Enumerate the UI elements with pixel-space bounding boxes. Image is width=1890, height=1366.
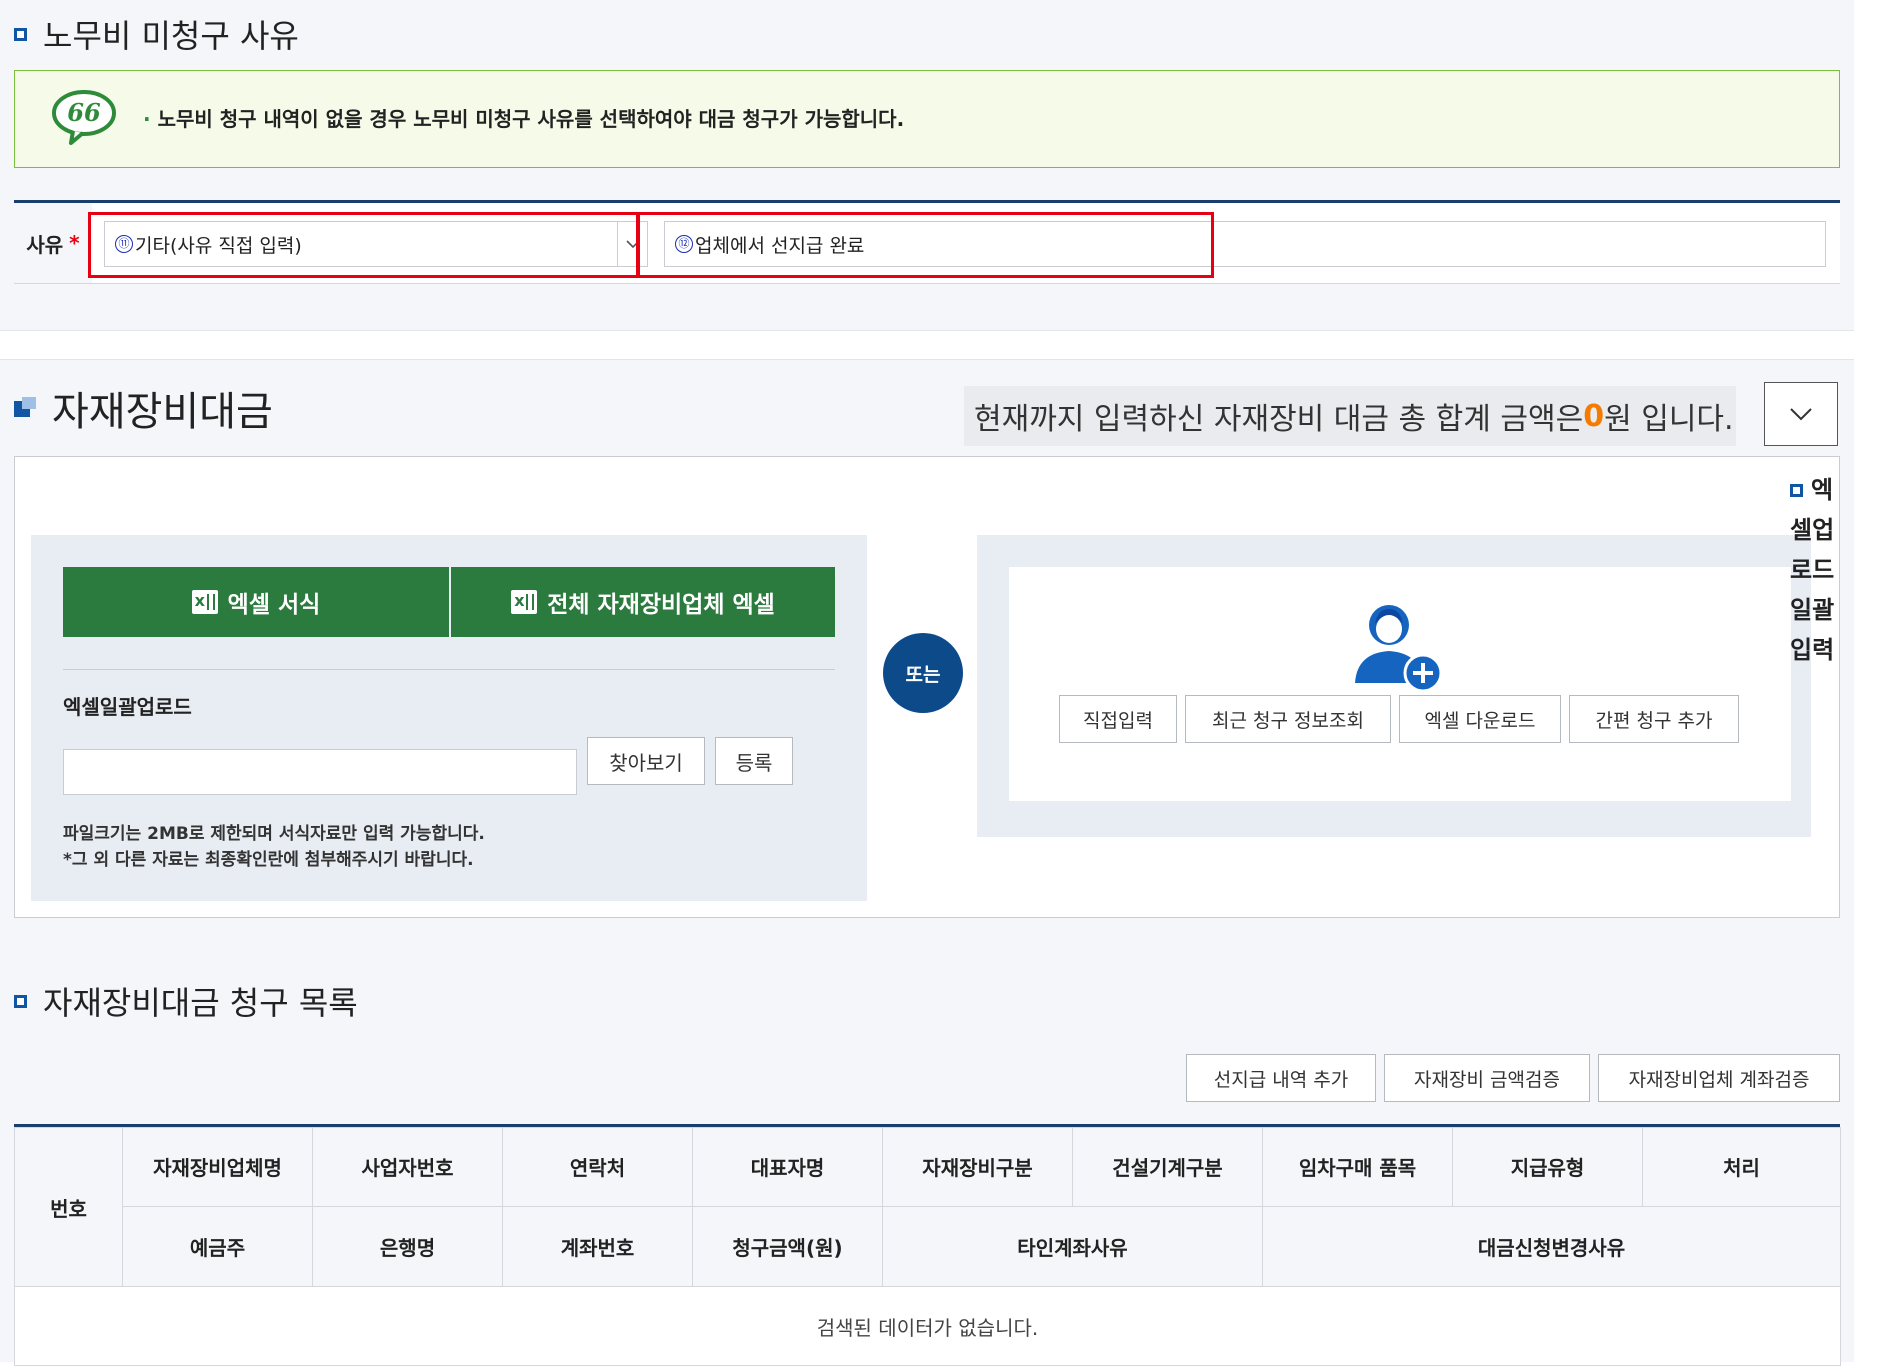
side-note-line-1: 엑: [1790, 470, 1850, 510]
material-total-suffix: 원 입니다.: [1604, 402, 1734, 437]
excel-upload-box: 엑셀 서식 전체 자재장비업체 엑셀 엑셀일괄업로드 찾아보기 등록 파일크기는…: [31, 535, 867, 901]
upload-note-attach: *그 외 다른 자료는 최종확인란에 첨부해주시기 바랍니다.: [63, 850, 474, 870]
section-square-icon: [14, 994, 27, 1008]
reason-label: 사유: [26, 232, 64, 257]
header-representative: 대표자명: [692, 1127, 883, 1207]
excel-download-button[interactable]: 엑셀 다운로드: [1399, 695, 1561, 743]
or-label: 또는: [905, 663, 941, 686]
side-note-char-4: 로: [1790, 556, 1813, 584]
side-note-char-5: 드: [1812, 556, 1835, 584]
all-vendor-excel-button[interactable]: 전체 자재장비업체 엑셀: [451, 567, 835, 637]
chevron-down-icon: [1790, 408, 1812, 421]
labor-section-title-text: 노무비 미청구 사유: [43, 17, 299, 55]
claims-section-title: 자재장비대금 청구 목록: [14, 976, 358, 1026]
material-collapse-toggle[interactable]: [1764, 382, 1838, 446]
header-process: 처리: [1642, 1127, 1841, 1207]
or-circle: 또는: [883, 633, 963, 713]
bullet-dot: ·: [143, 107, 151, 131]
svg-text:66: 66: [67, 98, 101, 127]
side-note-line-4: 일괄입력: [1790, 590, 1850, 670]
header-material-type: 자재장비구분: [882, 1127, 1073, 1207]
header-claim-amount: 청구금액(원): [692, 1205, 883, 1288]
add-user-icon: [1355, 605, 1443, 693]
section-square-icon: [14, 27, 27, 41]
header-change-reason: 대금신청변경사유: [1262, 1205, 1841, 1288]
claims-table-wrapper: 번호 자재장비업체명 사업자번호 연락처 대표자명 자재장비구분 건설기계구분 …: [14, 1124, 1841, 1366]
material-section-title-text: 자재장비대금: [52, 389, 273, 435]
material-total-value: 0: [1583, 398, 1605, 434]
header-other-account-reason: 타인계좌사유: [882, 1205, 1263, 1288]
labor-notice-message: 노무비 청구 내역이 없을 경우 노무비 미청구 사유를 선택하여야 대금 청구…: [157, 107, 905, 131]
side-note-char-9: 력: [1812, 636, 1835, 664]
material-input-panel: 엑셀 서식 전체 자재장비업체 엑셀 엑셀일괄업로드 찾아보기 등록 파일크기는…: [14, 456, 1840, 918]
side-note-char-8: 입: [1790, 636, 1813, 664]
section-gap-band: [0, 330, 1854, 360]
header-bank-name: 은행명: [312, 1205, 503, 1288]
excel-form-button[interactable]: 엑셀 서식: [63, 567, 449, 637]
side-note: 엑 셀업 로드 일괄입력: [1790, 470, 1850, 664]
side-note-char-3: 업: [1812, 516, 1835, 544]
claims-table: 번호 자재장비업체명 사업자번호 연락처 대표자명 자재장비구분 건설기계구분 …: [14, 1126, 1841, 1366]
excel-upload-label: 엑셀일괄업로드: [63, 695, 192, 719]
section-square-icon: [1790, 483, 1803, 497]
excel-file-icon: [511, 590, 538, 614]
highlight-box-reason-text: [636, 212, 1214, 278]
header-business-number: 사업자번호: [312, 1127, 503, 1207]
material-total-banner: 현재까지 입력하신 자재장비 대금 총 합계 금액은 0 원 입니다.: [964, 386, 1736, 446]
upload-note-size: 파일크기는 2MB로 제한되며 서식자료만 입력 가능합니다.: [63, 824, 485, 844]
header-no: 번호: [14, 1126, 123, 1288]
labor-notice-box: 66 · 노무비 청구 내역이 없을 경우 노무비 미청구 사유를 선택하여야 …: [14, 70, 1840, 168]
upload-file-input[interactable]: [63, 749, 577, 795]
direct-input-box: 직접입력 최근 청구 정보조회 엑셀 다운로드 간편 청구 추가: [977, 535, 1811, 837]
material-title-icon: [14, 397, 36, 419]
quote-bubble-icon: 66: [52, 90, 116, 145]
side-note-char-2: 셀: [1790, 516, 1813, 544]
highlight-box-reason-select: [88, 212, 640, 278]
header-account-number: 계좌번호: [502, 1205, 693, 1288]
register-button[interactable]: 등록: [715, 737, 793, 785]
required-mark: *: [69, 231, 80, 255]
excel-form-button-label: 엑셀 서식: [227, 592, 321, 618]
browse-button[interactable]: 찾아보기: [587, 737, 705, 785]
table-empty-row: 검색된 데이터가 없습니다.: [14, 1286, 1841, 1366]
table-header-row-2: 예금주 은행명 계좌번호 청구금액(원) 타인계좌사유 대금신청변경사유: [15, 1205, 1841, 1288]
labor-notice-text: · 노무비 청구 내역이 없을 경우 노무비 미청구 사유를 선택하여야 대금 …: [143, 103, 904, 132]
side-note-char-1: 엑: [1811, 476, 1834, 504]
side-note-char-6: 일: [1790, 596, 1813, 624]
direct-input-button[interactable]: 직접입력: [1059, 695, 1177, 743]
side-note-line-2: 셀업: [1790, 510, 1850, 550]
account-verify-button[interactable]: 자재장비업체 계좌검증: [1598, 1054, 1840, 1102]
header-contact: 연락처: [502, 1127, 693, 1207]
header-payment-type: 지급유형: [1452, 1127, 1643, 1207]
reason-label-cell: 사유 *: [14, 203, 92, 283]
claims-section-title-text: 자재장비대금 청구 목록: [43, 984, 358, 1022]
labor-section-title: 노무비 미청구 사유: [14, 12, 299, 56]
upload-divider: [63, 669, 835, 670]
prepay-add-button[interactable]: 선지급 내역 추가: [1186, 1054, 1376, 1102]
material-total-prefix: 현재까지 입력하신 자재장비 대금 총 합계 금액은: [974, 402, 1584, 437]
direct-input-inner: 직접입력 최근 청구 정보조회 엑셀 다운로드 간편 청구 추가: [1009, 567, 1791, 801]
header-account-holder: 예금주: [122, 1205, 313, 1288]
amount-verify-button[interactable]: 자재장비 금액검증: [1384, 1054, 1590, 1102]
header-vendor-name: 자재장비업체명: [122, 1127, 313, 1207]
header-lease-item: 임차구매 품목: [1262, 1127, 1453, 1207]
empty-message: 검색된 데이터가 없습니다.: [14, 1286, 1841, 1366]
simple-claim-add-button[interactable]: 간편 청구 추가: [1569, 695, 1739, 743]
header-machine-type: 건설기계구분: [1072, 1127, 1263, 1207]
side-note-char-7: 괄: [1812, 596, 1835, 624]
recent-claim-lookup-button[interactable]: 최근 청구 정보조회: [1185, 695, 1391, 743]
material-section-title: 자재장비대금: [14, 380, 273, 436]
excel-file-icon: [191, 590, 218, 614]
all-vendor-excel-button-label: 전체 자재장비업체 엑셀: [547, 592, 775, 618]
table-header-row-1: 번호 자재장비업체명 사업자번호 연락처 대표자명 자재장비구분 건설기계구분 …: [14, 1126, 1841, 1288]
side-note-line-3: 로드: [1790, 550, 1850, 590]
